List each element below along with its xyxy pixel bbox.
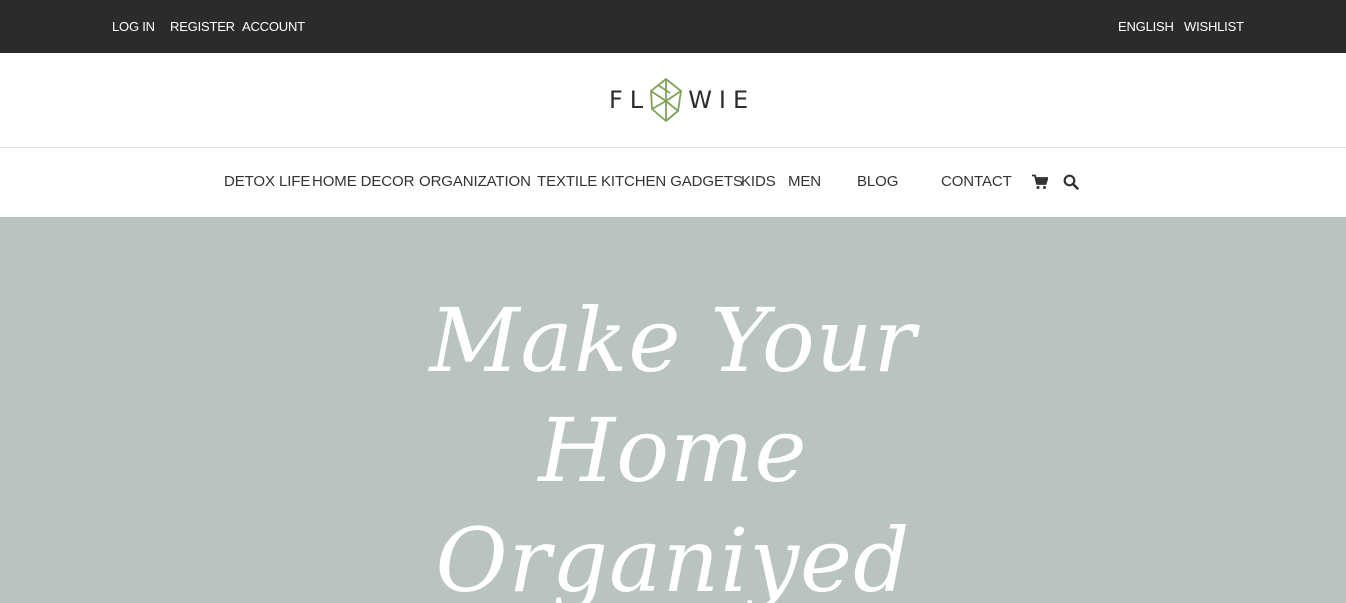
nav-item-detox-life[interactable]: DETOX LIFE — [224, 173, 310, 190]
search-icon[interactable] — [1063, 174, 1079, 190]
logo-text-right: WIE — [688, 86, 756, 114]
cart-icon[interactable] — [1032, 174, 1048, 190]
language-link[interactable]: ENGLISH — [1118, 19, 1174, 34]
hero-banner: Make Your Home Organiyed — [0, 217, 1346, 603]
hero-heading-line-1: Make Your — [429, 289, 917, 392]
nav-item-contact[interactable]: CONTACT — [941, 173, 1012, 190]
nav-item-kids[interactable]: KIDS — [741, 173, 776, 190]
login-link[interactable]: LOG IN — [112, 19, 155, 34]
brand-logo[interactable]: FL WIE — [609, 75, 755, 125]
logo-row: FL WIE — [0, 53, 1346, 148]
hero-heading-line-2: Home — [538, 399, 808, 502]
register-link[interactable]: REGISTER — [170, 19, 235, 34]
nav-item-organization[interactable]: ORGANIZATION — [419, 173, 531, 190]
top-bar: LOG IN REGISTER ACCOUNT ENGLISH WISHLIST — [0, 0, 1346, 53]
account-link[interactable]: ACCOUNT — [242, 19, 305, 34]
nav-item-textile[interactable]: TEXTILE — [537, 173, 597, 190]
nav-item-kitchen-gadgets[interactable]: KITCHEN GADGETS — [601, 173, 743, 190]
hero-heading-line-3: Organiyed — [435, 509, 911, 603]
main-nav: DETOX LIFE HOME DECOR ORGANIZATION TEXTI… — [0, 148, 1346, 217]
logo-text-left: FL — [609, 86, 651, 114]
gem-icon — [650, 78, 683, 122]
nav-item-men[interactable]: MEN — [788, 173, 821, 190]
wishlist-link[interactable]: WISHLIST — [1184, 19, 1244, 34]
nav-item-home-decor[interactable]: HOME DECOR — [312, 173, 414, 190]
nav-item-blog[interactable]: BLOG — [857, 173, 898, 190]
